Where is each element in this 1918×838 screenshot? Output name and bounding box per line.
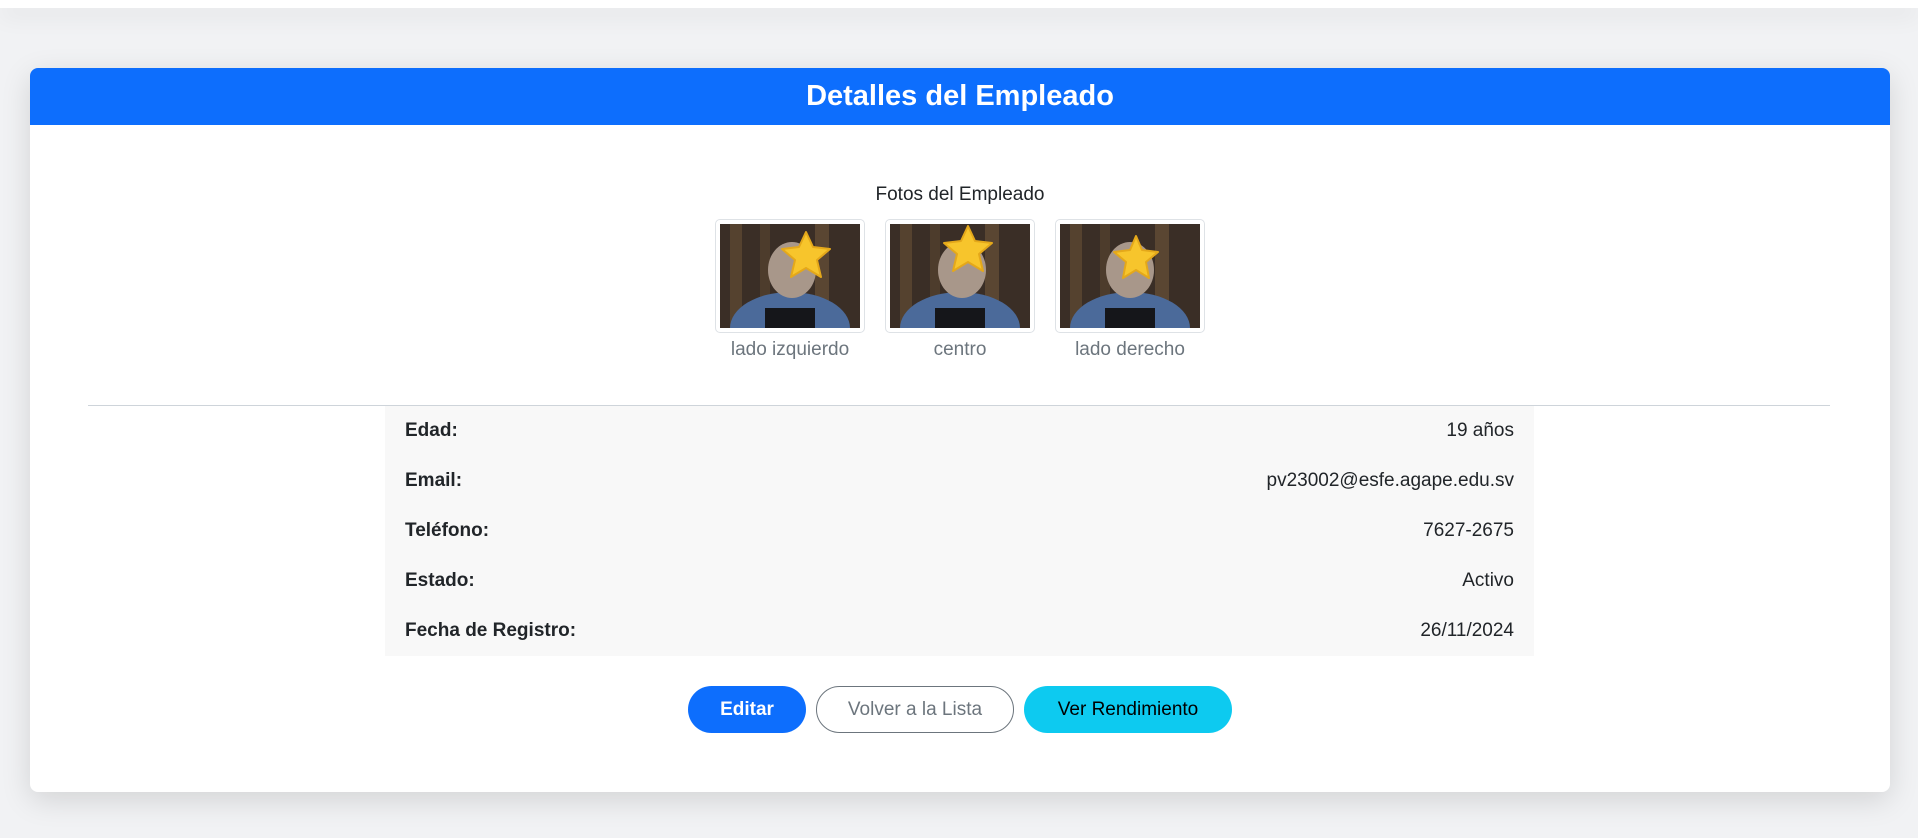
page-title: Detalles del Empleado [806,80,1114,112]
employee-photo-center[interactable] [885,219,1035,333]
photos-gallery: lado izquierdo centro lado derecho [30,219,1890,361]
action-buttons: Editar Volver a la Lista Ver Rendimiento [30,686,1890,733]
photo-caption-right: lado derecho [1075,339,1185,360]
detail-label: Edad: [405,420,458,441]
employee-photo-right[interactable] [1055,219,1205,333]
detail-row-age: Edad: 19 años [385,406,1534,456]
detail-label: Teléfono: [405,520,490,541]
detail-row-phone: Teléfono: 7627-2675 [385,506,1534,556]
employee-photo-left[interactable] [715,219,865,333]
photo-right: lado derecho [1055,219,1205,361]
detail-row-registration-date: Fecha de Registro: 26/11/2024 [385,606,1534,656]
photo-center: centro [885,219,1035,361]
detail-row-status: Estado: Activo [385,556,1534,606]
detail-value: 7627-2675 [1423,520,1514,541]
detail-value: 26/11/2024 [1420,620,1514,641]
view-performance-button[interactable]: Ver Rendimiento [1024,686,1232,733]
detail-label: Fecha de Registro: [405,620,577,641]
photos-title: Fotos del Empleado [875,184,1045,205]
edit-button[interactable]: Editar [688,686,806,733]
detail-row-email: Email: pv23002@esfe.agape.edu.sv [385,456,1534,506]
photo-caption-left: lado izquierdo [730,339,850,360]
detail-value: Activo [1462,570,1514,591]
back-to-list-button[interactable]: Volver a la Lista [816,686,1014,733]
photo-left: lado izquierdo [715,219,865,361]
details-list: Edad: 19 años Email: pv23002@esfe.agape.… [385,406,1534,656]
detail-label: Estado: [405,570,475,591]
detail-value: pv23002@esfe.agape.edu.sv [1266,470,1514,491]
top-navbar [0,0,1918,8]
card-header: Detalles del Empleado [30,68,1890,125]
photo-caption-center: centro [933,339,987,360]
detail-label: Email: [405,470,463,491]
employee-details-card: Detalles del Empleado Fotos del Empleado… [30,68,1890,792]
detail-value: 19 años [1446,420,1514,441]
